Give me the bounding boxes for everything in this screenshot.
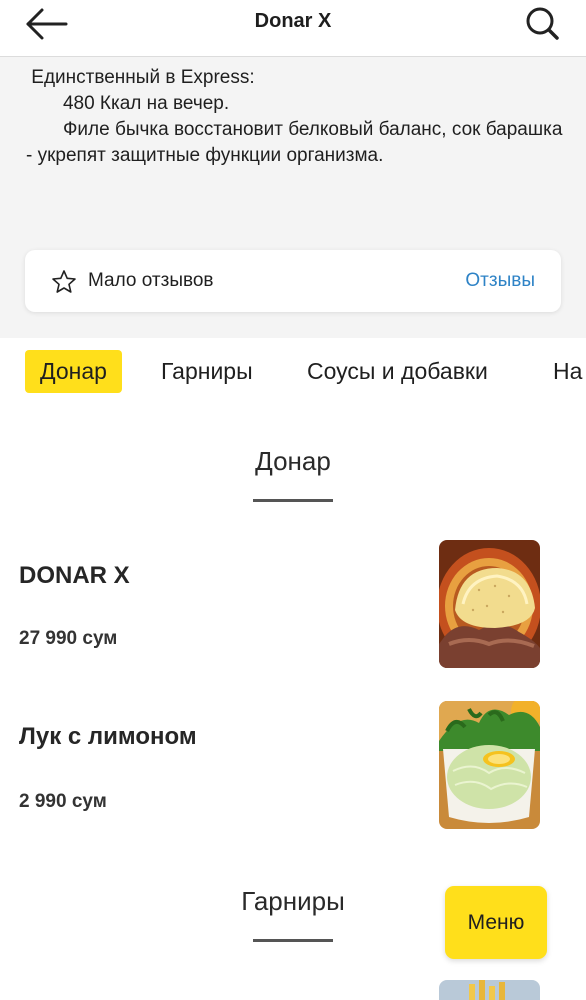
page-title: Donar X	[254, 10, 332, 32]
menu-item[interactable]: DONAR X 27 990 сум	[0, 540, 586, 670]
arrow-left-icon	[26, 8, 68, 40]
star-outline-icon	[52, 270, 76, 293]
item-name: DONAR X	[19, 562, 130, 589]
reviews-link[interactable]: Отзывы	[465, 270, 535, 292]
search-icon	[526, 7, 559, 40]
item-image-donar	[439, 540, 540, 668]
tab-garnishes[interactable]: Гарниры	[146, 350, 268, 393]
item-price: 2 990 сум	[19, 791, 107, 812]
restaurant-description: Единственный в Express: 480 Ккал на вече…	[26, 67, 563, 166]
reviews-card[interactable]: Мало отзывов Отзывы	[25, 250, 561, 312]
item-price: 27 990 сум	[19, 628, 118, 649]
section-underline	[253, 939, 333, 942]
top-bar: Donar X	[0, 0, 586, 57]
tab-more[interactable]: На	[538, 350, 586, 393]
category-tabs: Донар Гарниры Соусы и добавки На	[0, 338, 586, 408]
item-name: Лук с лимоном	[19, 723, 197, 750]
section-underline	[253, 499, 333, 502]
menu-button[interactable]: Меню	[445, 886, 547, 959]
item-image-onion-lemon	[439, 701, 540, 829]
restaurant-info: Единственный в Express: 480 Ккал на вече…	[0, 57, 586, 338]
search-button[interactable]	[524, 4, 562, 42]
item-image-fries	[439, 980, 540, 1000]
menu-item[interactable]: Лук с лимоном 2 990 сум	[0, 701, 586, 831]
section-title-donar: Донар	[255, 446, 331, 476]
back-button[interactable]	[22, 6, 72, 42]
tab-sauces[interactable]: Соусы и добавки	[292, 350, 503, 393]
tab-donar[interactable]: Донар	[25, 350, 122, 393]
review-status: Мало отзывов	[88, 270, 214, 291]
